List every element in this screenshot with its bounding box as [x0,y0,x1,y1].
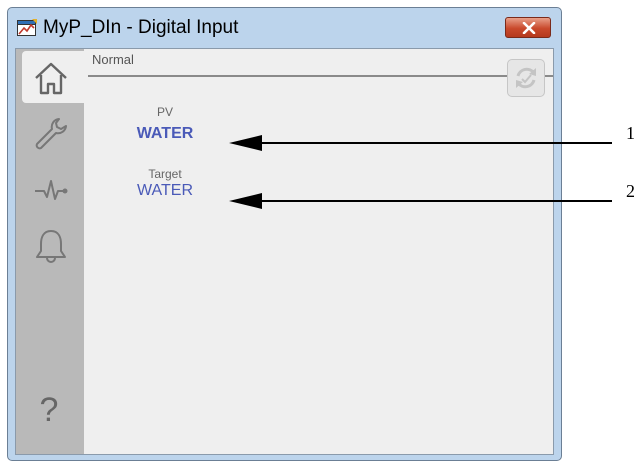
callout-arrow-2 [229,193,612,209]
callout-arrow-1 [229,135,612,151]
callout-number-1: 1 [626,123,635,143]
callout-layer [229,135,612,209]
callout-number-2: 2 [626,181,635,201]
